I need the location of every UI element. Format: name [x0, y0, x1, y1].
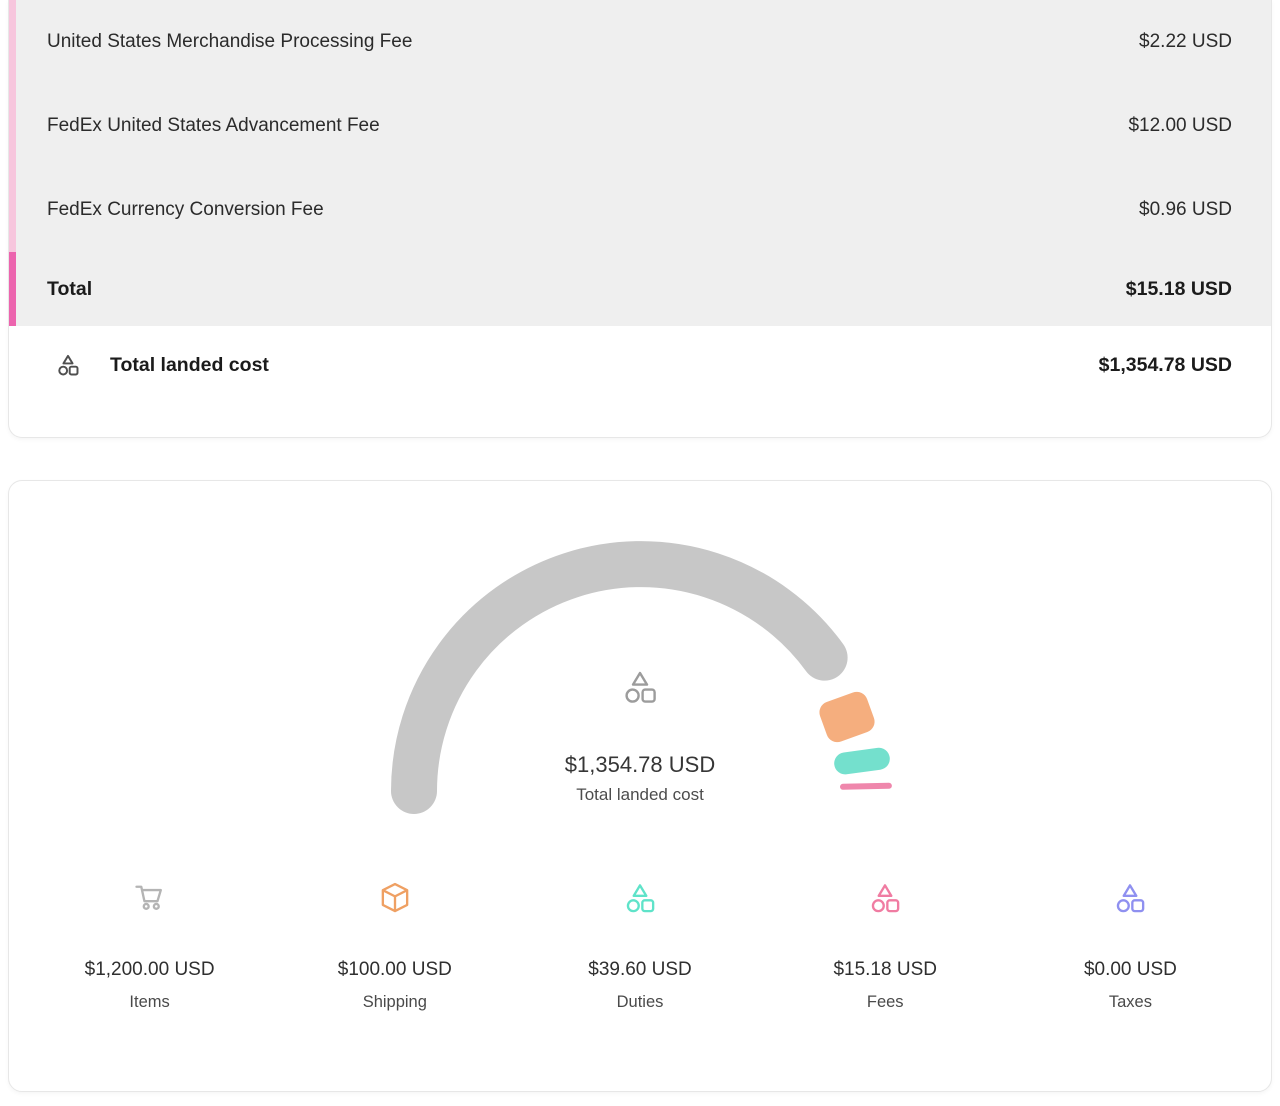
gauge-center: $1,354.78 USD Total landed cost [9, 667, 1271, 807]
stat-value: $1,200.00 USD [85, 958, 215, 982]
stat-fees: $15.18 USD Fees [763, 880, 1008, 1012]
fee-row: United States Merchandise Processing Fee… [9, 0, 1271, 84]
fee-label: United States Merchandise Processing Fee [47, 31, 412, 53]
total-landed-cost-row: Total landed cost $1,354.78 USD [9, 326, 1271, 404]
fees-total-label: Total [47, 278, 92, 301]
stat-taxes: $0.00 USD Taxes [1008, 880, 1253, 1012]
stat-label: Taxes [1109, 992, 1152, 1012]
shapes-icon [55, 352, 81, 378]
fee-row: FedEx Currency Conversion Fee $0.96 USD [9, 168, 1271, 252]
gauge-center-value: $1,354.78 USD [565, 751, 715, 779]
fees-breakdown-card: United States Merchandise Processing Fee… [8, 0, 1272, 438]
fees-total-row: Total $15.18 USD [9, 252, 1271, 326]
stat-value: $15.18 USD [833, 958, 937, 982]
stat-shipping: $100.00 USD Shipping [272, 880, 517, 1012]
fee-label: FedEx Currency Conversion Fee [47, 199, 324, 221]
cart-icon [132, 880, 168, 916]
fee-value: $12.00 USD [1128, 115, 1232, 137]
shapes-icon [1112, 880, 1148, 916]
total-landed-cost-label: Total landed cost [110, 354, 269, 377]
stat-duties: $39.60 USD Duties [517, 880, 762, 1012]
accent-strip-strong [9, 252, 16, 326]
stat-value: $39.60 USD [588, 958, 692, 982]
landed-cost-gauge-card: $1,354.78 USD Total landed cost $1,200.0… [8, 480, 1272, 1092]
stat-label: Shipping [363, 992, 427, 1012]
fee-label: FedEx United States Advancement Fee [47, 115, 380, 137]
stat-value: $0.00 USD [1084, 958, 1177, 982]
accent-strip-light [9, 0, 16, 252]
package-icon [377, 880, 413, 916]
cost-breakdown-stats: $1,200.00 USD Items $100.00 USD Shipping… [27, 880, 1253, 1012]
stat-value: $100.00 USD [338, 958, 452, 982]
stat-label: Duties [617, 992, 664, 1012]
fee-rows: United States Merchandise Processing Fee… [9, 0, 1271, 326]
shapes-icon [620, 667, 660, 707]
shapes-icon [622, 880, 658, 916]
stat-label: Fees [867, 992, 904, 1012]
fee-value: $2.22 USD [1139, 31, 1232, 53]
stat-label: Items [129, 992, 169, 1012]
fees-total-value: $15.18 USD [1126, 278, 1232, 301]
fees-accent-strip [9, 0, 16, 326]
shapes-icon [867, 880, 903, 916]
fee-row: FedEx United States Advancement Fee $12.… [9, 84, 1271, 168]
stat-items: $1,200.00 USD Items [27, 880, 272, 1012]
gauge-center-caption: Total landed cost [576, 783, 704, 807]
total-landed-cost-value: $1,354.78 USD [1099, 354, 1232, 377]
fee-value: $0.96 USD [1139, 199, 1232, 221]
